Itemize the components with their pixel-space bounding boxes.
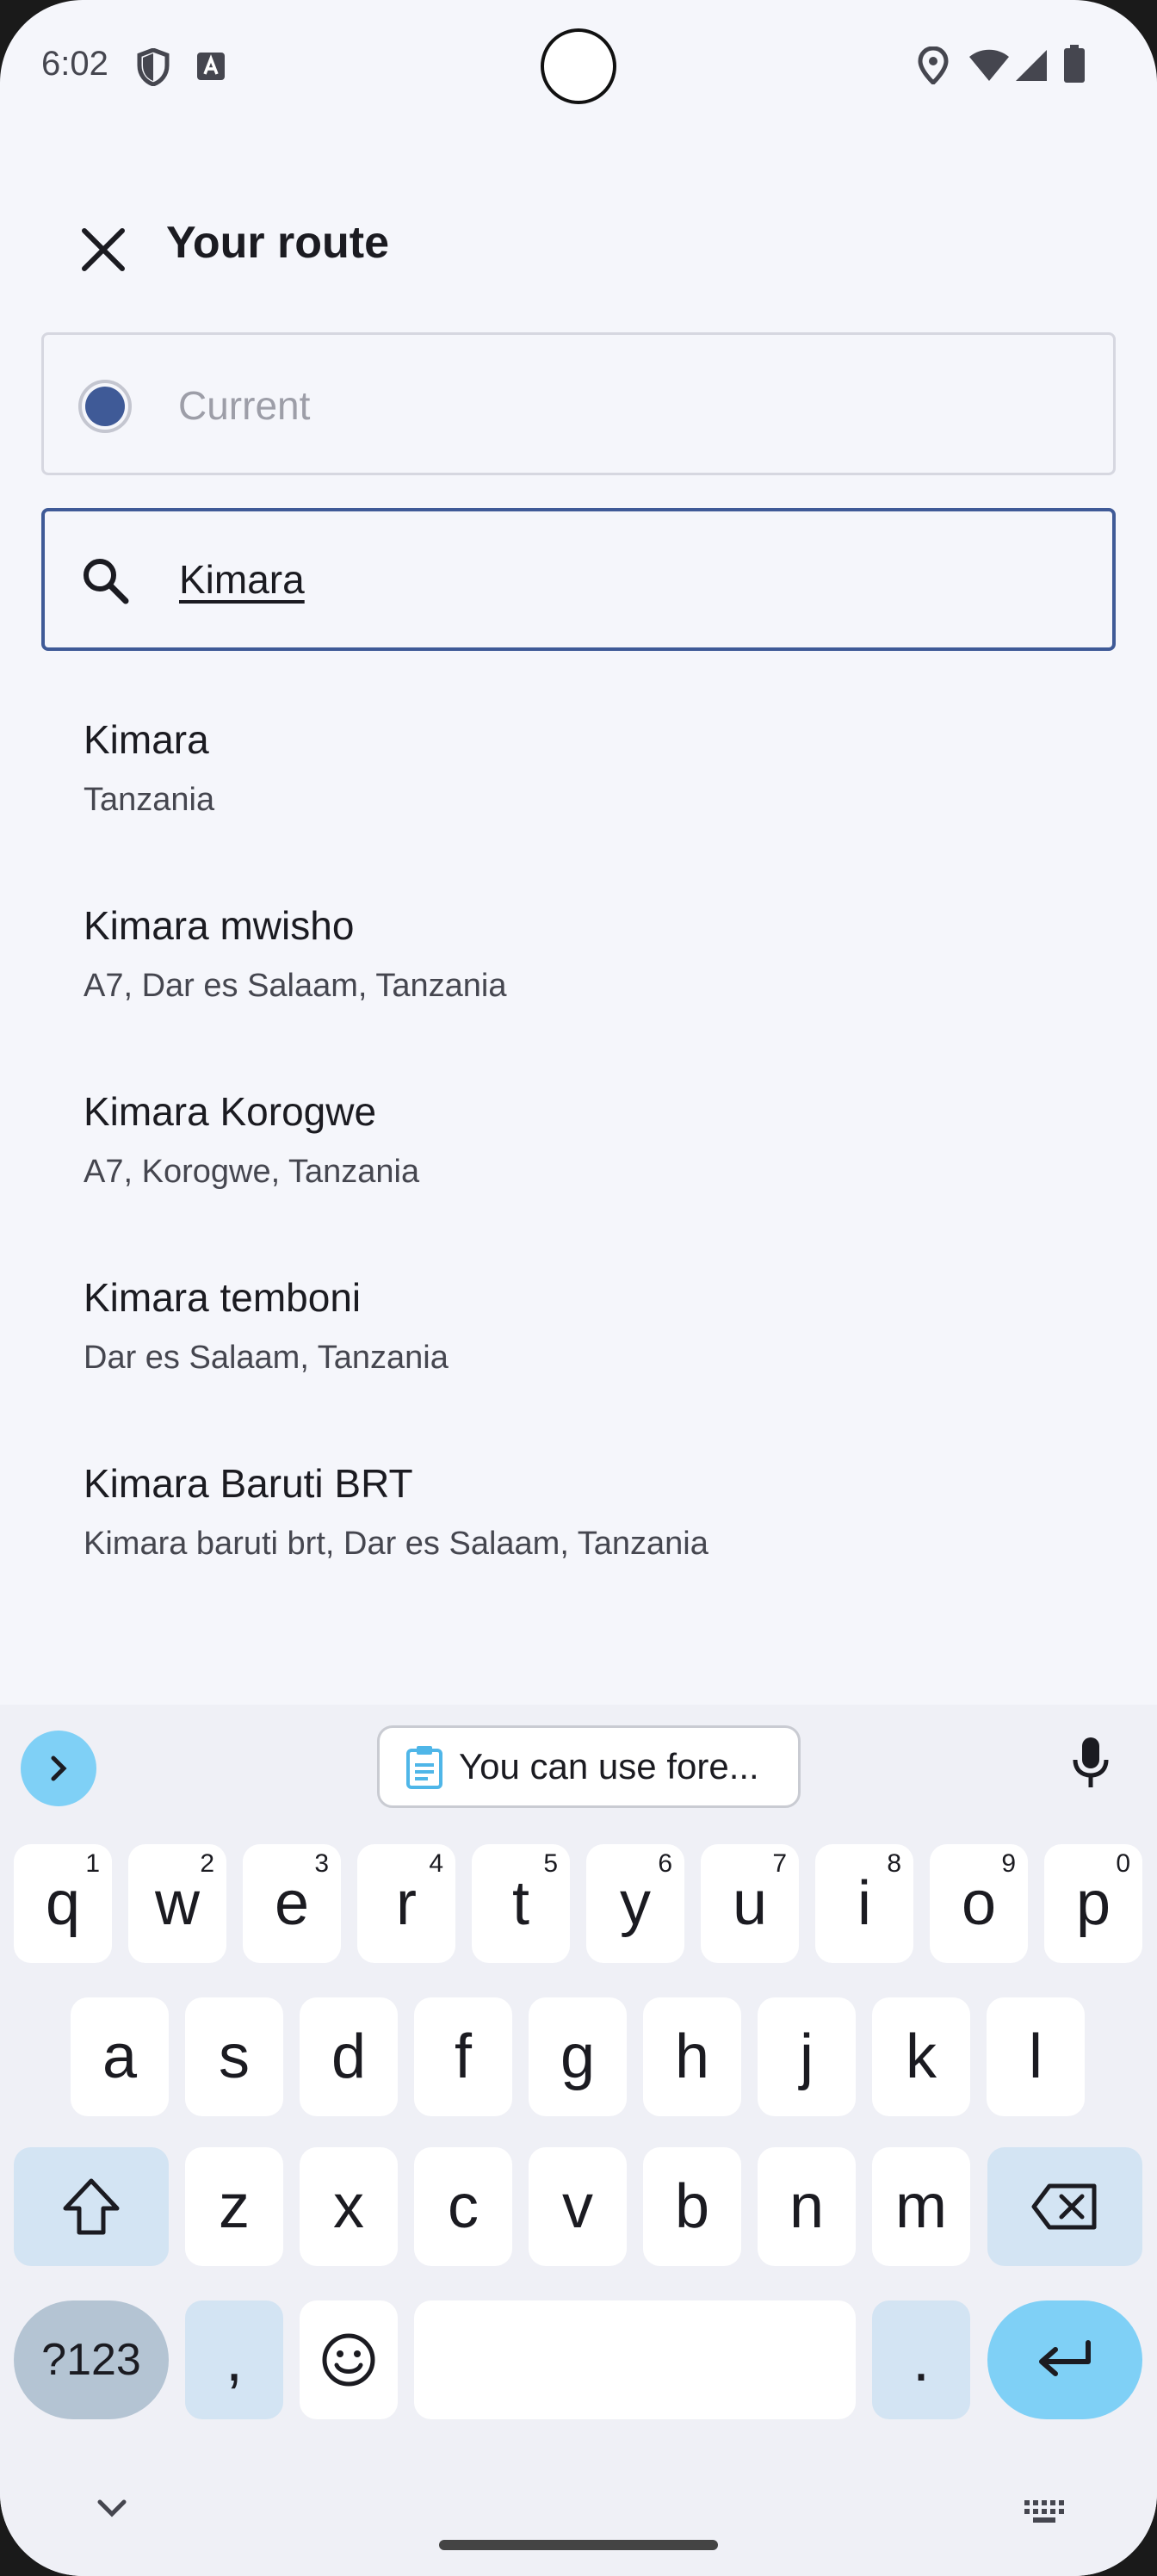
key-y[interactable]: y6 (586, 1844, 684, 1963)
clipboard-suggestion-chip[interactable]: You can use fore... (377, 1725, 801, 1808)
result-address: A7, Korogwe, Tanzania (84, 1154, 420, 1190)
close-icon (82, 228, 125, 271)
close-button[interactable] (69, 215, 138, 284)
key-t[interactable]: t5 (472, 1844, 570, 1963)
front-camera (541, 28, 616, 104)
key-l[interactable]: l (987, 1997, 1085, 2116)
key-q[interactable]: q1 (14, 1844, 112, 1963)
result-name: Kimara mwisho (84, 903, 355, 948)
key-s[interactable]: s (185, 1997, 283, 2116)
comma-key[interactable]: , (185, 2300, 283, 2419)
origin-field[interactable]: Current (41, 332, 1116, 475)
hide-keyboard-chevron-icon[interactable] (95, 2497, 129, 2521)
chevron-right-icon (51, 1756, 67, 1781)
key-u[interactable]: u7 (701, 1844, 799, 1963)
result-address: Kimara baruti brt, Dar es Salaam, Tanzan… (84, 1526, 708, 1562)
result-name: Kimara Korogwe (84, 1089, 377, 1134)
status-time: 6:02 (41, 45, 108, 83)
period-key[interactable]: . (872, 2300, 970, 2419)
search-result-item[interactable]: Kimara temboni Dar es Salaam, Tanzania (0, 1247, 1157, 1433)
key-a[interactable]: a (71, 1997, 169, 2116)
key-w[interactable]: w2 (128, 1844, 226, 1963)
key-h[interactable]: h (643, 1997, 741, 2116)
gesture-nav-handle[interactable] (439, 2540, 718, 2550)
enter-key[interactable] (987, 2300, 1142, 2419)
key-e[interactable]: e3 (243, 1844, 341, 1963)
keyboard-toolbar: You can use fore... (0, 1705, 1157, 1808)
shift-key[interactable] (14, 2147, 169, 2266)
result-address: Dar es Salaam, Tanzania (84, 1340, 449, 1376)
emoji-icon (322, 2333, 375, 2387)
top-app-bar: Your route (0, 198, 1157, 284)
search-result-item[interactable]: Kimara Baruti BRT Kimara baruti brt, Dar… (0, 1433, 1157, 1619)
battery-icon (1064, 45, 1085, 83)
search-icon (84, 559, 129, 604)
result-address: A7, Dar es Salaam, Tanzania (84, 968, 507, 1004)
key-i[interactable]: i8 (815, 1844, 913, 1963)
shift-icon (63, 2178, 120, 2235)
soft-keyboard: You can use fore... q1 w2 e3 r4 t5 y6 u7… (0, 1705, 1157, 2576)
result-name: Kimara Baruti BRT (84, 1461, 413, 1506)
status-bar: 6:02 (0, 0, 1157, 129)
shield-icon (137, 48, 170, 86)
key-j[interactable]: j (758, 1997, 856, 2116)
key-d[interactable]: d (300, 1997, 398, 2116)
search-input-value[interactable]: Kimara (179, 556, 305, 603)
microphone-icon[interactable] (1072, 1736, 1110, 1791)
key-c[interactable]: c (414, 2147, 512, 2266)
search-result-item[interactable]: Kimara mwisho A7, Dar es Salaam, Tanzani… (0, 875, 1157, 1061)
expand-toolbar-button[interactable] (21, 1731, 96, 1806)
backspace-key[interactable] (987, 2147, 1142, 2266)
search-result-item[interactable]: Kimara Tanzania (0, 689, 1157, 875)
emoji-key[interactable] (300, 2300, 398, 2419)
key-p[interactable]: p0 (1044, 1844, 1142, 1963)
result-name: Kimara temboni (84, 1275, 362, 1320)
key-z[interactable]: z (185, 2147, 283, 2266)
symbols-key[interactable]: ?123 (14, 2300, 169, 2419)
search-result-item[interactable]: Kimara Korogwe A7, Korogwe, Tanzania (0, 1061, 1157, 1247)
wifi-icon (969, 49, 1009, 81)
location-icon (918, 46, 949, 84)
clipboard-suggestion-text: You can use fore... (459, 1746, 759, 1786)
phone-screen: 6:02 Your route Current Kimara Kimara Ta… (0, 0, 1157, 2576)
key-b[interactable]: b (643, 2147, 741, 2266)
keyboard-status-icon (197, 53, 225, 80)
origin-marker-icon (78, 380, 132, 433)
key-k[interactable]: k (872, 1997, 970, 2116)
space-key[interactable] (414, 2300, 856, 2419)
key-m[interactable]: m (872, 2147, 970, 2266)
key-f[interactable]: f (414, 1997, 512, 2116)
destination-search-input[interactable]: Kimara (41, 508, 1116, 651)
page-title: Your route (166, 218, 390, 268)
origin-placeholder: Current (178, 383, 311, 428)
key-x[interactable]: x (300, 2147, 398, 2266)
signal-icon (1016, 50, 1047, 81)
key-g[interactable]: g (529, 1997, 627, 2116)
result-address: Tanzania (84, 782, 215, 818)
keyboard-switch-icon[interactable] (1023, 2499, 1067, 2524)
key-o[interactable]: o9 (930, 1844, 1028, 1963)
result-name: Kimara (84, 717, 209, 762)
backspace-icon (1031, 2183, 1097, 2230)
key-n[interactable]: n (758, 2147, 856, 2266)
key-r[interactable]: r4 (357, 1844, 455, 1963)
clipboard-icon (406, 1746, 442, 1789)
key-v[interactable]: v (529, 2147, 627, 2266)
enter-icon (1039, 2340, 1091, 2376)
